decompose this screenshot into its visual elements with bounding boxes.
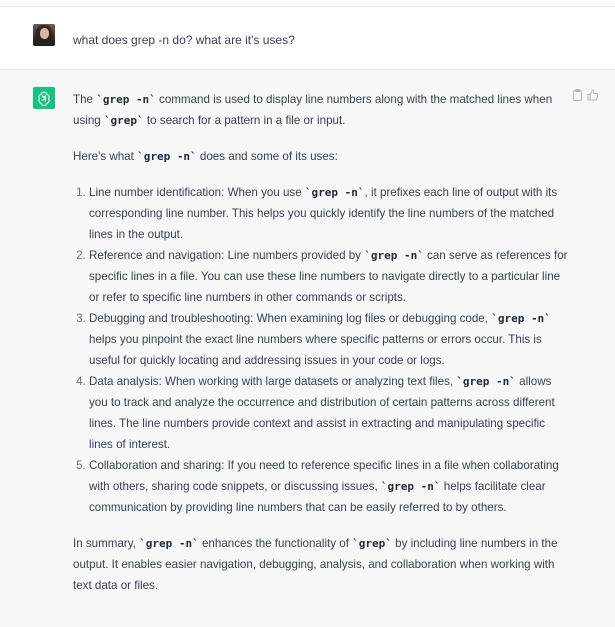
user-avatar [33,24,55,46]
thumbs-up-icon[interactable] [587,89,599,101]
intro-paragraph: The `grep -n` command is used to display… [73,93,553,127]
inline-code: `grep -n` [304,186,365,199]
list-item: Line number identification: When you use… [89,182,568,245]
list-item: Debugging and troubleshooting: When exam… [89,308,568,371]
user-question: what does grep -n do? what are it's uses… [73,33,295,47]
inline-code: `grep -n` [364,249,424,262]
inline-code: `grep -n` [137,150,197,163]
assistant-response: The `grep -n` command is used to display… [73,89,568,596]
lead-paragraph: Here's what `grep -n` does and some of i… [73,150,338,163]
message-actions [572,89,599,101]
inline-code: `grep -n` [139,537,199,550]
user-message: what does grep -n do? what are it's uses… [0,7,615,70]
inline-code: `grep` [103,114,144,127]
list-item: Data analysis: When working with large d… [89,371,568,455]
openai-logo-icon [33,87,55,109]
top-divider [0,0,615,7]
summary-paragraph: In summary, `grep -n` enhances the funct… [73,537,558,592]
inline-code: `grep -n` [456,375,516,388]
assistant-message: The `grep -n` command is used to display… [0,70,615,627]
inline-code: `grep -n` [491,312,551,325]
list-item: Reference and navigation: Line numbers p… [89,245,568,308]
list-item: Collaboration and sharing: If you need t… [89,455,568,518]
inline-code: `grep` [352,537,392,550]
inline-code: `grep -n` [380,480,441,493]
uses-list: Line number identification: When you use… [73,182,568,518]
clipboard-icon[interactable] [572,89,583,101]
inline-code: `grep -n` [96,93,156,106]
